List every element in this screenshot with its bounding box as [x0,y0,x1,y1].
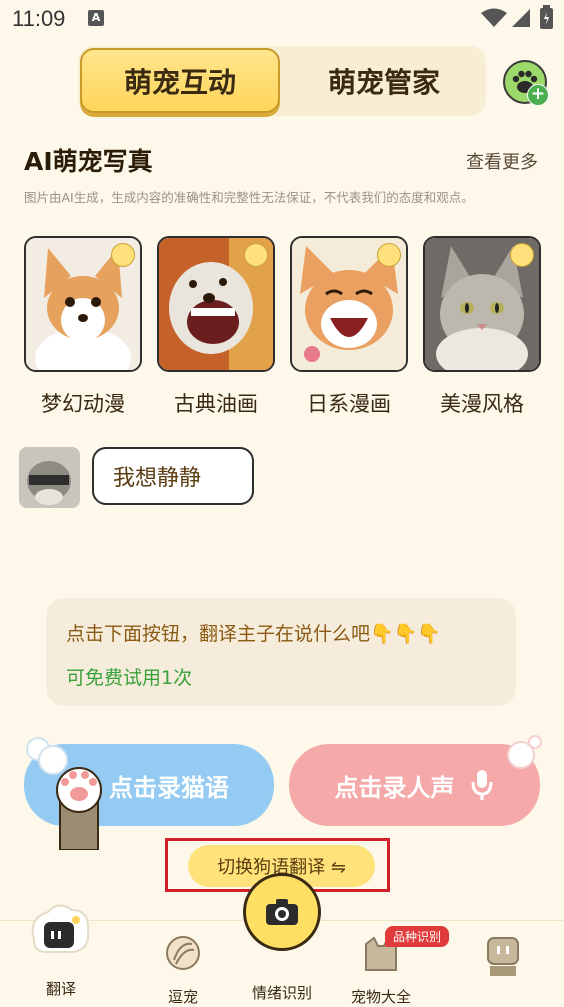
cat-avatar-image [19,447,80,508]
tab-pet-manager[interactable]: 萌宠管家 [284,48,484,113]
tease-pet-icon[interactable] [164,934,202,972]
premium-crown-icon [111,243,135,267]
chat-bubble: 我想静静 [92,447,254,505]
style-label: 古典油画 [174,392,258,416]
camera-icon [266,899,298,925]
bubble-decoration [528,735,542,749]
style-card-classic-oil[interactable] [157,236,275,372]
signal-icon [512,9,530,27]
record-human-label: 点击录人声 [334,773,455,802]
style-label: 梦幻动漫 [41,392,125,416]
see-more-link[interactable]: 查看更多 [466,148,538,174]
record-cat-label: 点击录猫语 [109,773,229,802]
style-card-american-comic[interactable] [423,236,541,372]
style-card-dreamy-anime[interactable] [24,236,142,372]
tab-pet-interaction[interactable]: 萌宠互动 [80,48,280,113]
profile-icon[interactable] [486,936,520,976]
cat-avatar [19,447,80,508]
style-label: 日系漫画 [307,392,391,416]
premium-crown-icon [377,243,401,267]
premium-crown-icon [244,243,268,267]
style-label: 美漫风格 [440,392,524,416]
battery-icon [540,5,553,29]
microphone-icon [471,770,492,800]
status-bar [0,0,564,38]
tip-text: 点击下面按钮，翻译主子在说什么吧👇👇👇 [66,623,441,645]
free-trial-text: 可免费试用1次 [66,667,193,689]
emotion-camera-button[interactable] [243,873,321,951]
wifi-icon [481,8,507,27]
cat-paw-icon [56,767,102,850]
ai-disclaimer: 图片由AI生成，生成内容的准确性和完整性无法保证，不代表我们的态度和观点。 [24,190,474,205]
notification-icon: A [88,10,104,26]
breed-id-badge: 品种识别 [385,926,450,947]
nav-item-translate[interactable] [28,902,94,958]
section-title: AI萌宠写真 [24,147,153,176]
style-card-japanese-manga[interactable] [290,236,408,372]
nav-label-emotion: 情绪识别 [251,984,312,1002]
record-human-button[interactable]: 点击录人声 [289,744,540,826]
nav-label-translate: 翻译 [45,980,76,998]
plus-icon: + [527,84,549,106]
translate-icon [31,904,90,953]
premium-crown-icon [510,243,534,267]
status-time: 11:09 [12,6,66,31]
